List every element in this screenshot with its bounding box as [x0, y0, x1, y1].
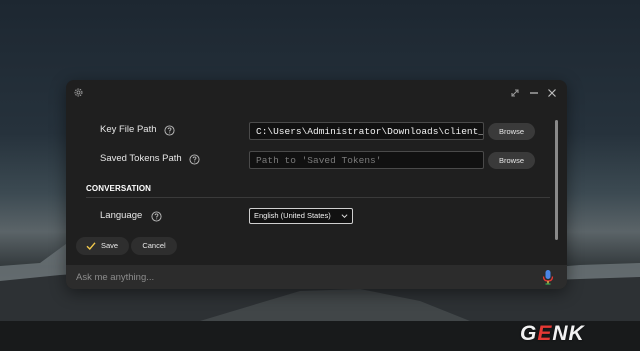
language-select-value: English (United States): [254, 211, 331, 220]
save-button[interactable]: Save: [76, 237, 129, 255]
help-circle-icon[interactable]: [151, 211, 162, 222]
save-button-label: Save: [101, 241, 119, 250]
help-circle-icon[interactable]: [164, 125, 175, 136]
chevron-down-icon: [341, 214, 348, 219]
watermark-logo: GENK: [520, 322, 585, 345]
conversation-section-title: CONVERSATION: [86, 184, 152, 193]
ask-bar: [66, 265, 567, 289]
key-file-browse-button[interactable]: Browse: [488, 123, 535, 140]
scrollbar-thumb[interactable]: [555, 120, 558, 240]
close-icon[interactable]: [546, 87, 558, 99]
ask-input[interactable]: [76, 269, 516, 285]
assistant-window: Key File Path C:\Users\Administrator\Dow…: [66, 80, 567, 289]
gear-icon[interactable]: [73, 87, 84, 98]
saved-tokens-browse-button[interactable]: Browse: [488, 152, 535, 169]
saved-tokens-path-label: Saved Tokens Path: [100, 153, 182, 164]
check-icon: [86, 242, 96, 251]
cancel-button[interactable]: Cancel: [131, 237, 177, 255]
title-bar: [66, 80, 567, 104]
key-file-path-label: Key File Path: [100, 124, 157, 135]
language-label: Language: [100, 210, 143, 221]
expand-icon[interactable]: [509, 87, 521, 99]
key-file-path-input[interactable]: C:\Users\Administrator\Downloads\client_…: [249, 122, 484, 140]
language-select[interactable]: English (United States): [249, 208, 353, 224]
minimize-icon[interactable]: [528, 87, 540, 99]
section-divider: [86, 197, 550, 198]
microphone-icon[interactable]: [542, 269, 554, 285]
saved-tokens-path-input[interactable]: Path to 'Saved Tokens': [249, 151, 484, 169]
help-circle-icon[interactable]: [189, 154, 200, 165]
